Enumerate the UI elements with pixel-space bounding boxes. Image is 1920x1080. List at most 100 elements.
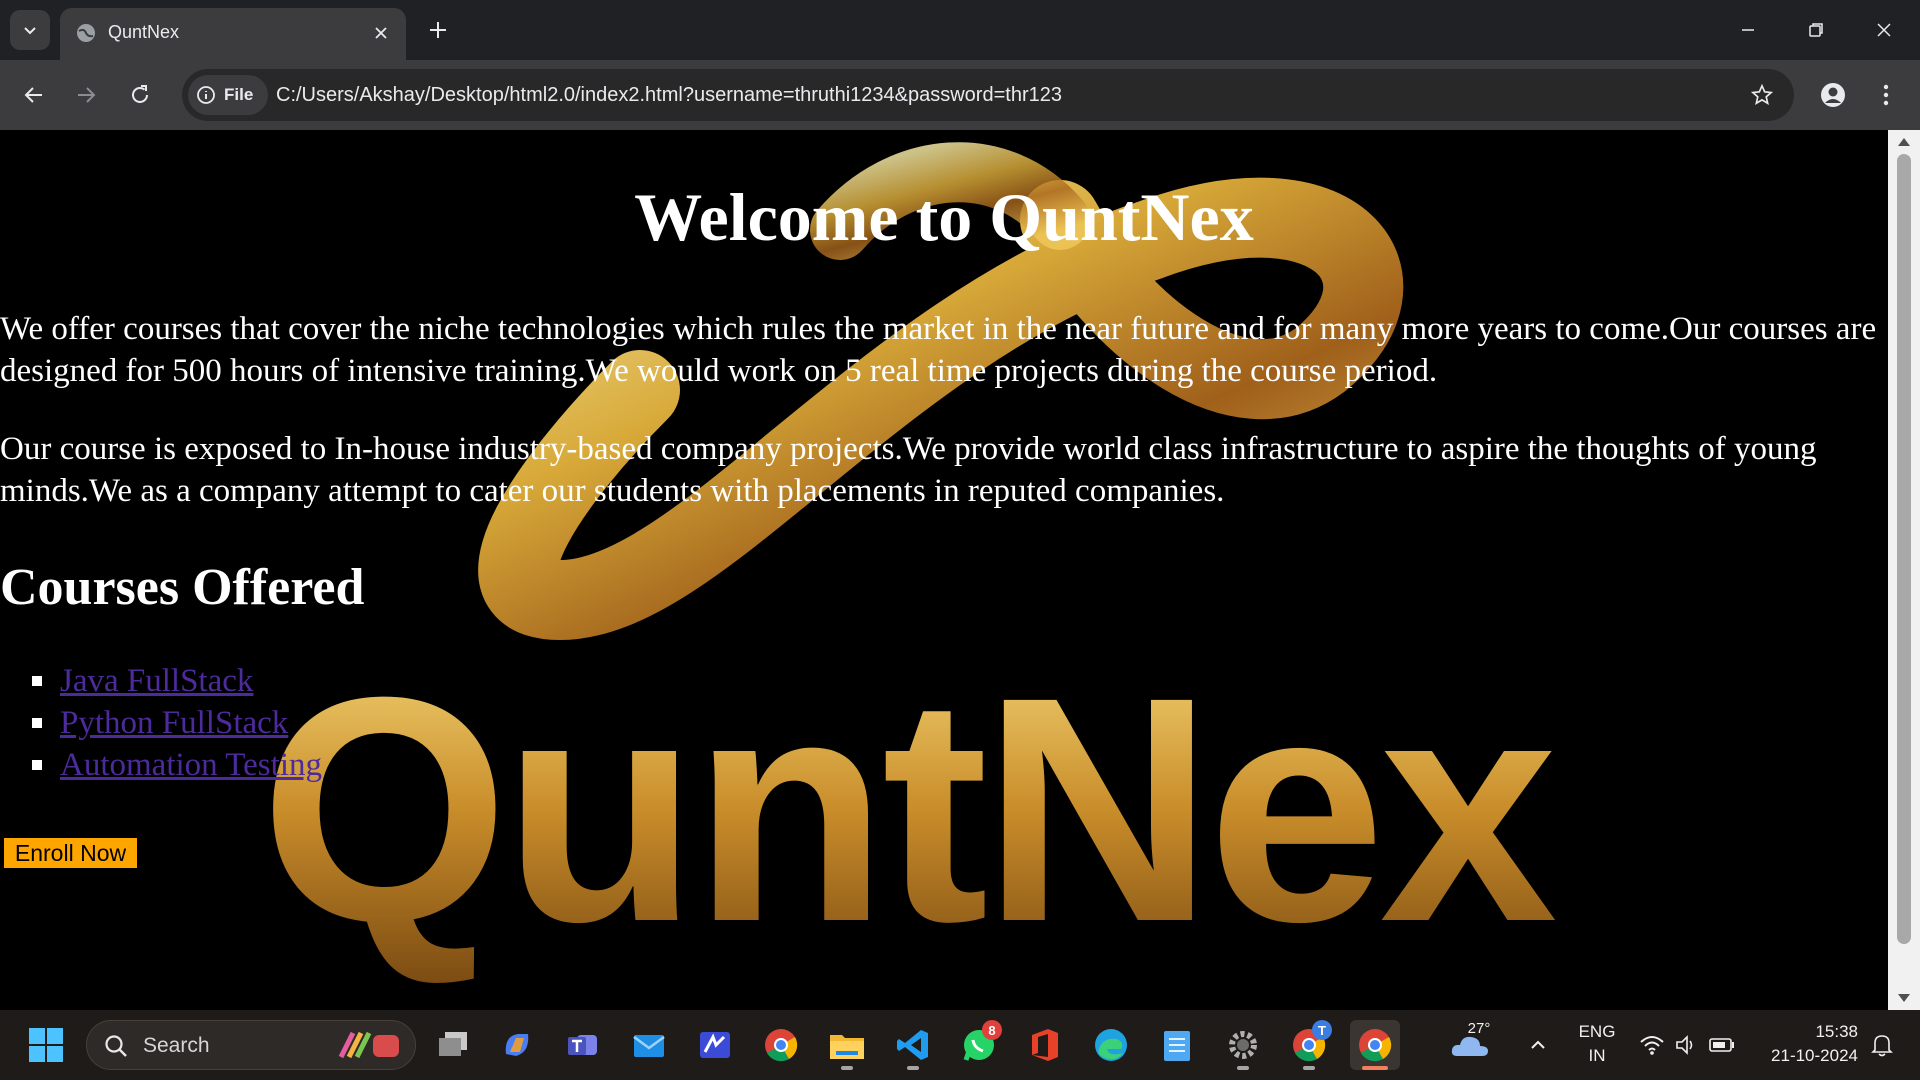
taskbar-chrome-1[interactable] bbox=[756, 1020, 806, 1070]
arrow-left-icon bbox=[24, 87, 42, 103]
close-window-button[interactable] bbox=[1862, 8, 1906, 52]
page-content: Welcome to QuntNex We offer courses that… bbox=[0, 130, 1888, 1010]
tab-search-dropdown-button[interactable] bbox=[10, 10, 50, 50]
language-indicator[interactable]: ENG bbox=[1572, 1022, 1622, 1042]
new-tab-button[interactable] bbox=[420, 12, 456, 48]
courses-heading: Courses Offered bbox=[0, 559, 365, 616]
scroll-up-icon[interactable] bbox=[1898, 138, 1910, 146]
task-view-icon bbox=[439, 1032, 467, 1056]
chrome-icon bbox=[765, 1029, 798, 1062]
running-indicator bbox=[907, 1066, 919, 1070]
reload-button[interactable] bbox=[118, 73, 162, 117]
speaker-icon bbox=[1676, 1035, 1693, 1055]
bullet-icon bbox=[32, 718, 42, 728]
search-placeholder: Search bbox=[143, 1034, 210, 1057]
taskbar-chrome-active[interactable] bbox=[1350, 1020, 1400, 1070]
vertical-scrollbar[interactable] bbox=[1888, 130, 1920, 1010]
scroll-thumb[interactable] bbox=[1897, 154, 1911, 944]
chevron-down-icon bbox=[24, 27, 36, 35]
vscode-icon bbox=[897, 1030, 928, 1060]
search-icon bbox=[105, 1035, 127, 1057]
mail-icon bbox=[633, 1035, 665, 1057]
taskbar-teams[interactable] bbox=[558, 1020, 608, 1070]
profile-icon bbox=[1821, 83, 1845, 107]
running-indicator bbox=[1303, 1066, 1315, 1070]
notification-badge: 8 bbox=[982, 1020, 1002, 1040]
browser-tab[interactable]: QuntNex bbox=[60, 8, 406, 60]
tab-title: QuntNex bbox=[108, 22, 180, 42]
taskbar-whatsapp[interactable]: 8 bbox=[954, 1020, 1004, 1070]
globe-icon bbox=[74, 21, 98, 45]
reload-icon bbox=[132, 85, 148, 103]
windows-taskbar: Search 8 T 27° ENG IN 15:38 21-10-2024 bbox=[0, 1010, 1920, 1080]
back-button[interactable] bbox=[12, 73, 56, 117]
tab-strip: QuntNex bbox=[0, 0, 1920, 60]
bell-icon bbox=[1871, 1035, 1893, 1057]
taskbar-settings[interactable] bbox=[1218, 1020, 1268, 1070]
info-icon bbox=[197, 86, 215, 104]
list-item: Python FullStack bbox=[0, 702, 322, 744]
taskbar-file-explorer[interactable] bbox=[822, 1020, 872, 1070]
folder-icon bbox=[830, 1035, 864, 1059]
clock-time[interactable]: 15:38 bbox=[1758, 1022, 1858, 1042]
windows-logo-icon bbox=[29, 1028, 63, 1062]
taskbar-notepad[interactable] bbox=[1152, 1020, 1202, 1070]
scheme-label: File bbox=[224, 85, 254, 104]
course-list: Java FullStack Python FullStack Automati… bbox=[0, 660, 322, 786]
start-button[interactable] bbox=[26, 1025, 66, 1065]
company-paragraph: Our course is exposed to In-house indust… bbox=[0, 431, 1817, 509]
bullet-icon bbox=[32, 676, 42, 686]
bullet-icon bbox=[32, 760, 42, 770]
chrome-icon bbox=[1359, 1029, 1392, 1062]
intro-paragraph: We offer courses that cover the niche te… bbox=[0, 311, 1877, 389]
language-region[interactable]: IN bbox=[1572, 1046, 1622, 1066]
minimize-icon bbox=[1742, 29, 1754, 31]
browser-toolbar: File C:/Users/Akshay/Desktop/html2.0/ind… bbox=[0, 60, 1920, 130]
url-text[interactable]: C:/Users/Akshay/Desktop/html2.0/index2.h… bbox=[276, 84, 1062, 107]
plus-icon bbox=[430, 22, 446, 38]
star-icon bbox=[1751, 84, 1773, 105]
list-item: Java FullStack bbox=[0, 660, 322, 702]
chevron-up-icon bbox=[1531, 1040, 1545, 1049]
automate-icon bbox=[700, 1032, 730, 1058]
taskbar-edge[interactable] bbox=[1086, 1020, 1136, 1070]
menu-button[interactable] bbox=[1864, 73, 1908, 117]
taskbar-mail[interactable] bbox=[624, 1020, 674, 1070]
taskbar-search-box[interactable]: Search bbox=[86, 1020, 416, 1070]
scroll-down-icon[interactable] bbox=[1898, 994, 1910, 1002]
running-indicator bbox=[1237, 1066, 1249, 1070]
taskbar-office[interactable] bbox=[1020, 1020, 1070, 1070]
course-link-automation[interactable]: Automation Testing bbox=[60, 747, 322, 783]
notifications-button[interactable] bbox=[1862, 1020, 1902, 1070]
kebab-menu-icon bbox=[1883, 84, 1889, 106]
active-indicator bbox=[1362, 1066, 1388, 1070]
course-link-java[interactable]: Java FullStack bbox=[60, 663, 253, 699]
profile-badge: T bbox=[1312, 1020, 1332, 1040]
address-bar[interactable]: File C:/Users/Akshay/Desktop/html2.0/ind… bbox=[182, 69, 1794, 121]
show-hidden-icons-button[interactable] bbox=[1516, 1020, 1560, 1070]
battery-icon bbox=[1709, 1038, 1734, 1052]
taskbar-powerautomate[interactable] bbox=[690, 1020, 740, 1070]
edge-icon bbox=[1095, 1029, 1127, 1061]
forward-button[interactable] bbox=[64, 73, 108, 117]
minimize-button[interactable] bbox=[1726, 8, 1770, 52]
battery-status[interactable] bbox=[1700, 1020, 1744, 1070]
tab-close-icon[interactable] bbox=[368, 20, 394, 46]
clock-date[interactable]: 21-10-2024 bbox=[1748, 1046, 1858, 1066]
course-link-python[interactable]: Python FullStack bbox=[60, 705, 288, 741]
teams-icon bbox=[568, 1035, 597, 1055]
close-icon bbox=[1877, 23, 1891, 37]
taskbar-vscode[interactable] bbox=[888, 1020, 938, 1070]
profile-button[interactable] bbox=[1811, 73, 1855, 117]
enroll-now-button[interactable]: Enroll Now bbox=[2, 836, 139, 870]
taskbar-chrome-2[interactable]: T bbox=[1284, 1020, 1334, 1070]
restore-button[interactable] bbox=[1794, 8, 1838, 52]
office-icon bbox=[1032, 1029, 1058, 1061]
bookmark-button[interactable] bbox=[1744, 77, 1780, 113]
page-viewport: QuntNex Welcome to QuntNex We offer cour… bbox=[0, 130, 1920, 1010]
taskbar-copilot[interactable] bbox=[492, 1020, 542, 1070]
running-indicator bbox=[841, 1066, 853, 1070]
weather-temperature: 27° bbox=[1467, 1020, 1491, 1037]
restore-icon bbox=[1809, 23, 1823, 37]
task-view-button[interactable] bbox=[428, 1020, 478, 1070]
